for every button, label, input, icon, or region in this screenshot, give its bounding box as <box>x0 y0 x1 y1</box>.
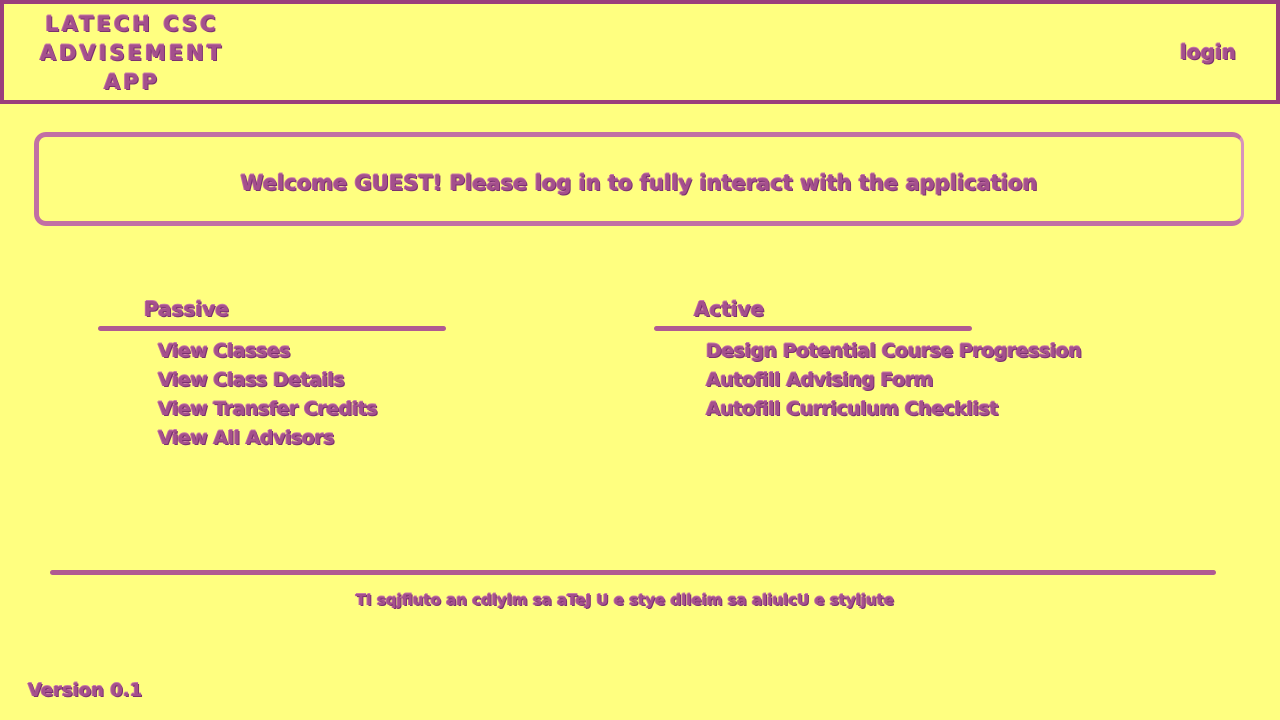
version-label: Version 0.1 <box>28 680 143 701</box>
passive-section: Passive View Classes View Class Details … <box>98 296 446 453</box>
passive-heading: Passive <box>144 297 229 321</box>
view-class-details-link[interactable]: View Class Details <box>158 366 446 395</box>
view-classes-link[interactable]: View Classes <box>158 337 446 366</box>
view-all-advisors-link[interactable]: View All Advisors <box>158 424 446 453</box>
active-section: Active Design Potential Course Progressi… <box>654 296 1082 424</box>
active-link-list: Design Potential Course Progression Auto… <box>654 337 1082 424</box>
active-divider <box>654 326 972 331</box>
app-title: LATECH CSC ADVISEMENT APP <box>39 12 225 94</box>
app-header: LATECH CSC ADVISEMENT APP login <box>0 0 1280 104</box>
active-heading: Active <box>694 297 765 321</box>
passive-link-list: View Classes View Class Details View Tra… <box>98 337 446 453</box>
view-transfer-credits-link[interactable]: View Transfer Credits <box>158 395 446 424</box>
autofill-curriculum-checklist-link[interactable]: Autofill Curriculum Checklist <box>706 395 998 424</box>
design-course-progression-link[interactable]: Design Potential Course Progression <box>706 337 1082 366</box>
footer-text: TI sqjfluto an cdlylm sa aTeJ U e stye d… <box>355 591 895 609</box>
login-link[interactable]: login <box>1180 40 1236 64</box>
footer-divider <box>50 570 1216 575</box>
welcome-message: Welcome GUEST! Please log in to fully in… <box>240 171 1038 195</box>
autofill-advising-form-link[interactable]: Autofill Advising Form <box>706 366 972 395</box>
welcome-banner: Welcome GUEST! Please log in to fully in… <box>34 132 1244 226</box>
passive-divider <box>98 326 446 331</box>
